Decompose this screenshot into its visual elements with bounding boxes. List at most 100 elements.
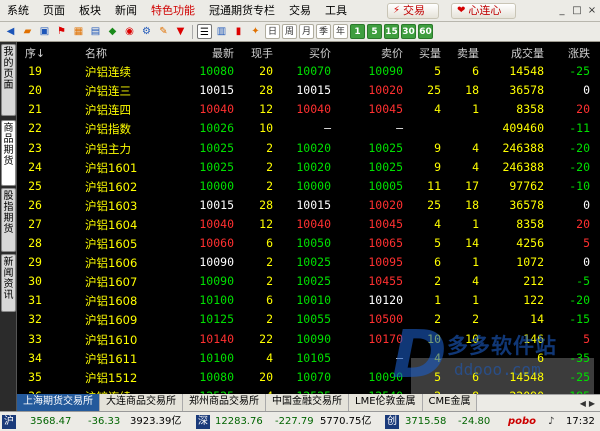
calendar-week-button[interactable]: 周 [282,24,297,39]
table-row[interactable]: 27 沪铝1604 10040 12 10040 10045 4 1 8358 20 [17,214,600,233]
cell-bid-qty: 4 [434,216,441,231]
table-row[interactable]: 25 沪铝1602 10000 2 10000 10005 11 17 97762 -10 [17,176,600,195]
status-bar: 沪 3568.47 -36.33 3923.39亿 深 12283.76 -22… [0,411,600,431]
shield-icon[interactable]: ◆ [105,24,120,39]
menu-item-1[interactable]: 页面 [36,0,72,22]
tick-icon[interactable]: ✦ [248,24,263,39]
cell-ask: 10020 [368,197,403,212]
exchange-tab-0[interactable]: 上海期货交易所 [17,394,100,411]
sh-index-price: 3568.47 [30,416,72,427]
column-header-seq[interactable]: 序↓ [21,45,49,61]
table-row[interactable]: 28 沪铝1605 10060 6 10050 10065 5 14 4256 5 [17,233,600,252]
cell-bid-qty: 9 [434,140,441,155]
cell-ask-qty: 4 [472,159,479,174]
exchange-tab-5[interactable]: CME金属 [422,394,478,411]
back-icon[interactable]: ◀ [3,24,18,39]
kline-icon[interactable]: ▥ [214,24,229,39]
column-header-amount[interactable]: 成交量 [476,45,544,61]
cell-ask-qty: 18 [465,83,479,98]
cell-seq: 22 [28,121,42,136]
cell-seq: 23 [28,140,42,155]
calendar-quarter-button[interactable]: 季 [316,24,331,39]
quote-list-icon[interactable]: ☰ [197,24,212,39]
minimize-button[interactable]: _ [556,5,568,17]
cell-ask-qty: 1 [472,293,479,308]
column-header-ask_qty[interactable]: 卖量 [442,45,479,61]
period-60-button[interactable]: 60 [418,24,433,39]
cell-last: 10080 [199,369,234,384]
column-header-bid[interactable]: 买价 [275,45,331,61]
column-header-bid_qty[interactable]: 买量 [404,45,441,61]
sidebar-tab-3[interactable]: 新闻资讯 [1,254,16,312]
column-header-name[interactable]: 名称 [85,45,175,61]
cell-last: 10025 [199,159,234,174]
scroll-right-icon[interactable]: ▶ [589,399,595,408]
column-header-last[interactable]: 最新 [177,45,234,61]
column-header-vol[interactable]: 现手 [235,45,273,61]
table-row[interactable]: 19 沪铝连续 10080 20 10070 10090 5 6 14548 -25 [17,61,600,80]
filter-icon[interactable]: ▼ [173,24,188,39]
table-row[interactable]: 31 沪铝1608 10100 6 10010 10120 1 1 122 -20 [17,290,600,309]
cell-name: 沪铝指数 [85,122,131,137]
table-row[interactable]: 26 沪铝1603 10015 28 10015 10020 25 18 36578 0 [17,195,600,214]
calendar-month-button[interactable]: 月 [299,24,314,39]
table-row[interactable]: 30 沪铝1607 10090 2 10025 10455 2 4 212 -5 [17,271,600,290]
cell-name: 沪铝1607 [85,275,138,290]
cell-name: 沪铝1601 [85,160,138,175]
period-1-button[interactable]: 1 [350,24,365,39]
table-row[interactable]: 22 沪铝指数 10026 10 — — 409460 -11 [17,118,600,137]
alarm-icon[interactable]: ◉ [122,24,137,39]
menu-item-7[interactable]: 工具 [318,0,354,22]
cell-volume: 12 [259,216,273,231]
close-button[interactable]: × [586,5,598,17]
sidebar-tab-2[interactable]: 股指期货 [1,188,16,252]
table-row[interactable]: 20 沪铝连三 10015 28 10015 10020 25 18 36578 0 [17,80,600,99]
period-5-button[interactable]: 5 [367,24,382,39]
clock-time: 17:32 [566,416,595,427]
table-row[interactable]: 23 沪铝主力 10025 2 10020 10025 9 4 246388 -20 [17,138,600,157]
exchange-tab-3[interactable]: 中国金融交易所 [266,394,349,411]
period-15-button[interactable]: 15 [384,24,399,39]
table-icon[interactable]: ▤ [88,24,103,39]
cell-seq: 34 [28,350,42,365]
cell-name: 沪铝1605 [85,237,138,251]
calendar-day-button[interactable]: 日 [265,24,280,39]
flag-icon[interactable]: ⚑ [54,24,69,39]
chart-icon[interactable]: ▦ [71,24,86,39]
menu-item-2[interactable]: 板块 [72,0,108,22]
sidebar-tab-1[interactable]: 商品期货 [1,120,16,186]
cell-ask-qty: 14 [465,236,479,250]
menu-item-3[interactable]: 新闻 [108,0,144,22]
menu-item-4[interactable]: 特色功能 [144,0,202,22]
exchange-tab-1[interactable]: 大连商品交易所 [100,394,183,411]
maximize-button[interactable]: □ [571,5,583,17]
period-30-button[interactable]: 30 [401,24,416,39]
pen-icon[interactable]: ✎ [156,24,171,39]
heart-connect-button[interactable]: ❤ 心连心 [451,3,516,19]
table-row[interactable]: 29 沪铝1606 10090 2 10025 10095 6 1 1072 0 [17,252,600,271]
cell-volume: 4 [266,350,273,365]
cell-bid: 10090 [296,331,331,346]
bell-icon[interactable]: ♪ [548,412,554,431]
gear-icon[interactable]: ⚙ [139,24,154,39]
column-header-ask[interactable]: 卖价 [347,45,403,61]
menu-item-6[interactable]: 交易 [282,0,318,22]
cell-ask: 10025 [368,159,403,174]
calendar-year-button[interactable]: 年 [333,24,348,39]
exchange-tab-4[interactable]: LME伦敦金属 [349,394,423,411]
exchange-tab-2[interactable]: 郑州商品交易所 [183,394,266,411]
cell-ask-qty: 1 [472,255,479,270]
cell-amount: 36578 [509,197,544,212]
column-header-change[interactable]: 涨跌 [543,45,590,61]
monitor-icon[interactable]: ▣ [37,24,52,39]
sidebar-tab-0[interactable]: 我的页面 [1,44,16,116]
scroll-arrows: ◀ ▶ [580,395,595,411]
detail-icon[interactable]: ▮ [231,24,246,39]
menu-item-0[interactable]: 系统 [0,0,36,22]
trade-button[interactable]: ⚡ 交易 [387,3,439,19]
menu-item-5[interactable]: 冠通期货专栏 [202,0,282,22]
scroll-left-icon[interactable]: ◀ [580,399,586,408]
table-row[interactable]: 24 沪铝1601 10025 2 10020 10025 9 4 246388 -20 [17,157,600,176]
folder-icon[interactable]: ▰ [20,24,35,39]
table-row[interactable]: 21 沪铝连四 10040 12 10040 10045 4 1 8358 20 [17,99,600,118]
